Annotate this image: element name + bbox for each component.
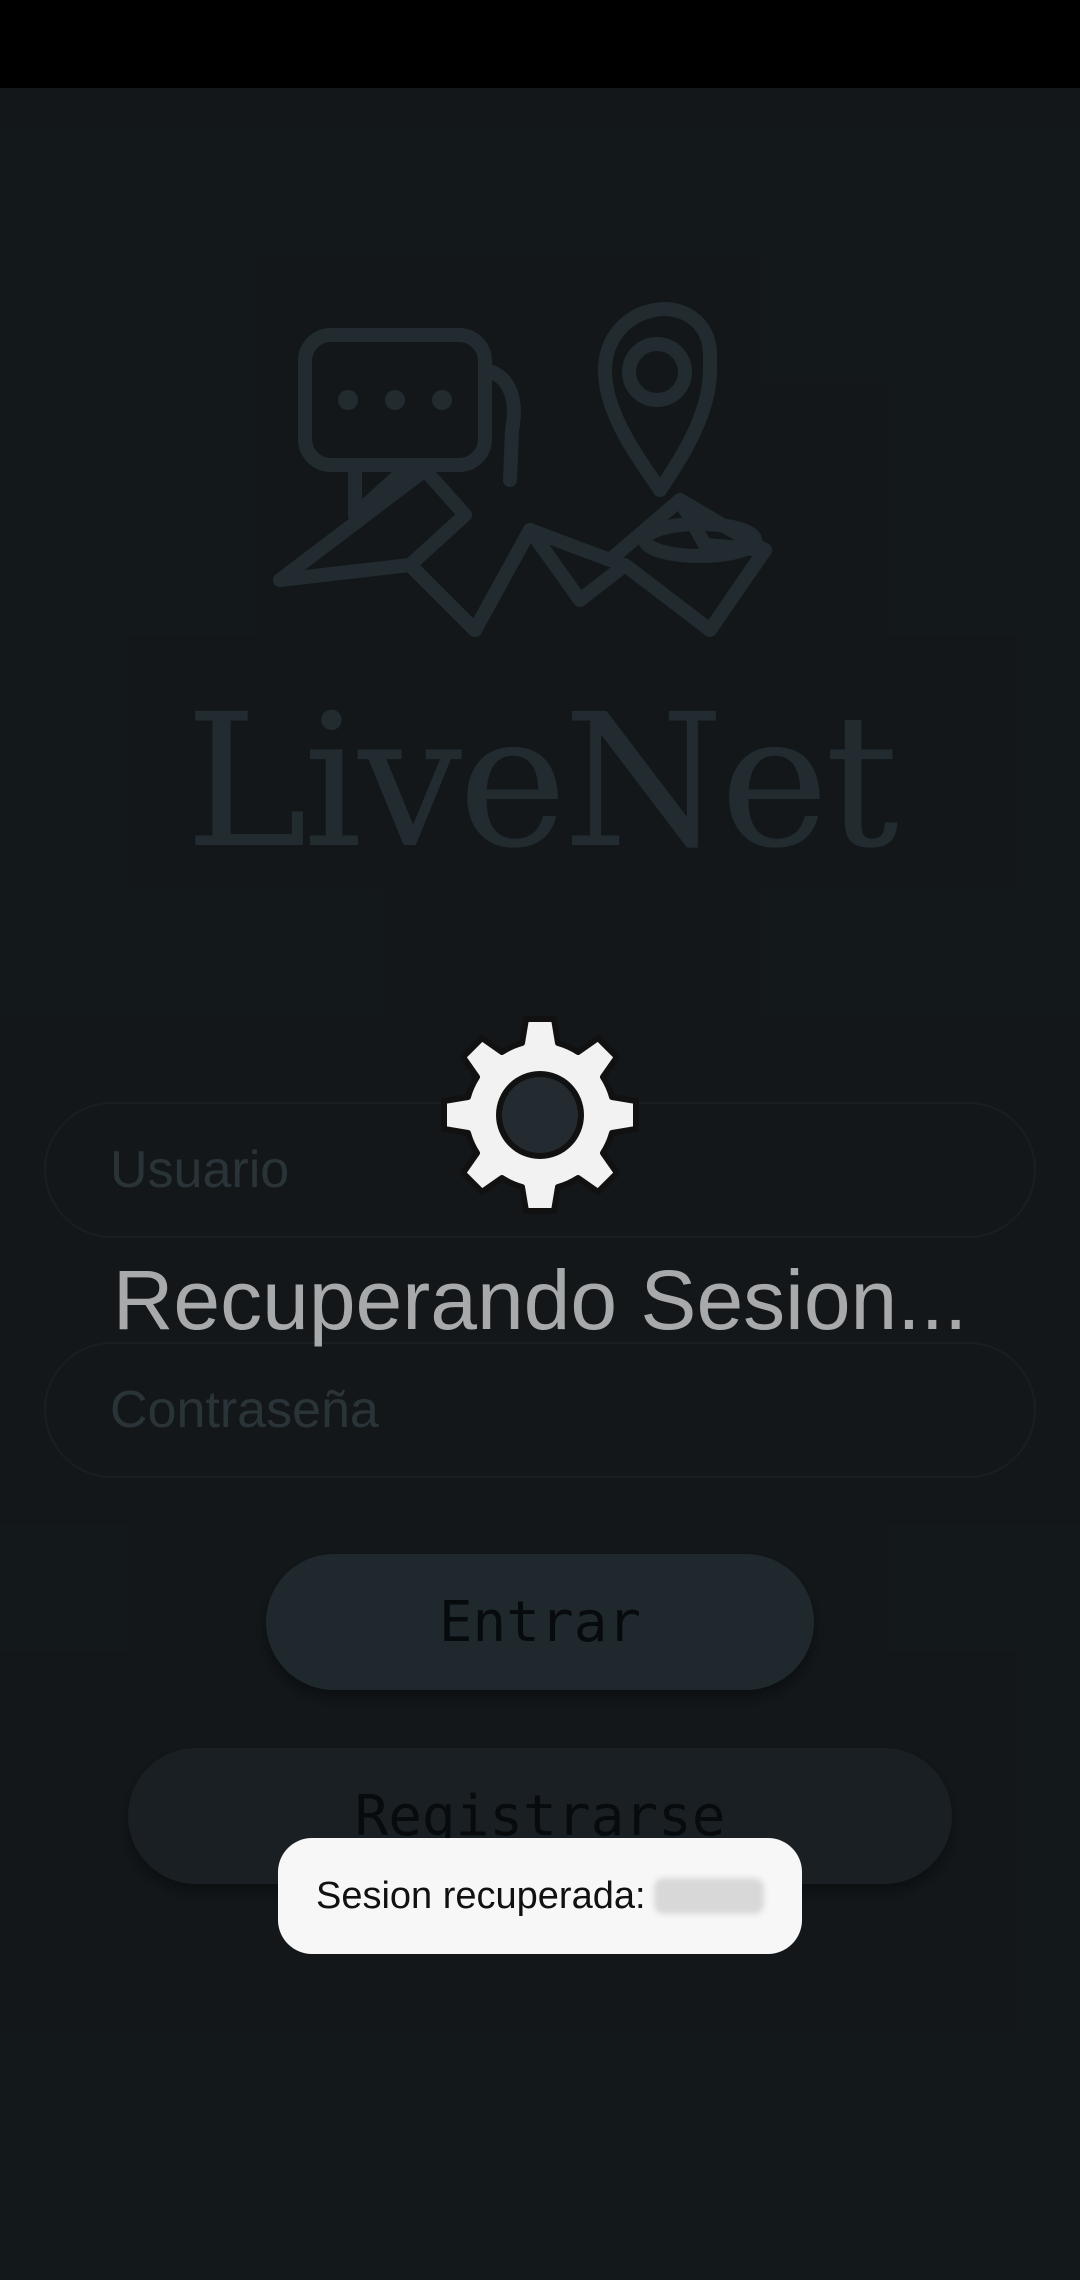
session-toast: Sesion recuperada: [278, 1838, 802, 1954]
loading-text: Recuperando Sesion... [112, 1253, 968, 1347]
redacted-username [653, 1878, 764, 1914]
status-bar [0, 0, 1080, 88]
gear-icon [440, 1015, 640, 1215]
toast-label: Sesion recuperada: [316, 1874, 646, 1917]
